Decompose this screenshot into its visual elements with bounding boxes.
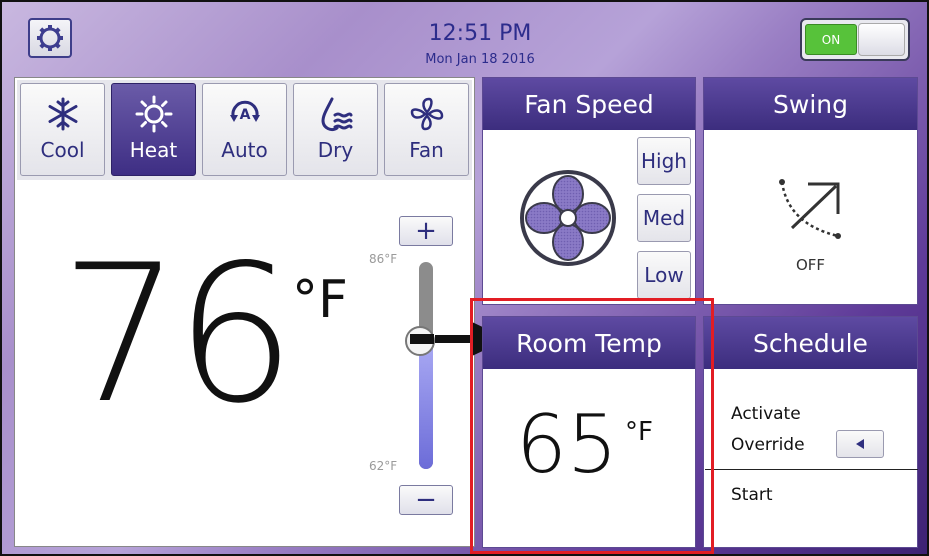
increase-temp-button[interactable]: + xyxy=(399,216,453,246)
temp-slider-fill xyxy=(419,348,433,469)
mode-label-cool: Cool xyxy=(40,138,85,162)
pointer-arrow-shaft xyxy=(435,335,475,343)
fan-speed-med-button[interactable]: Med xyxy=(637,194,691,242)
fan-speed-title: Fan Speed xyxy=(483,78,695,130)
schedule-title: Schedule xyxy=(704,317,917,369)
settings-button[interactable] xyxy=(28,18,72,58)
triangle-left-icon xyxy=(856,439,864,449)
decrease-temp-button[interactable]: − xyxy=(399,485,453,515)
max-temp-label: 86°F xyxy=(369,252,398,266)
dry-icon xyxy=(320,97,352,132)
mode-label-fan: Fan xyxy=(409,138,444,162)
fan-speed-icon xyxy=(520,170,616,266)
mode-label-auto: Auto xyxy=(221,138,268,162)
mode-button-heat[interactable]: Heat xyxy=(111,83,196,176)
clock-time: 12:51 PM xyxy=(428,21,532,46)
schedule-divider xyxy=(705,469,918,470)
setpoint-unit: °F xyxy=(292,270,348,330)
swing-card[interactable]: Swing OFF xyxy=(703,77,918,305)
sun-icon xyxy=(135,95,172,133)
mode-button-cool[interactable]: Cool xyxy=(20,83,105,176)
schedule-card: Schedule xyxy=(703,316,918,548)
svg-text:A: A xyxy=(239,107,250,123)
swing-icon xyxy=(779,179,841,239)
swing-status: OFF xyxy=(795,256,826,274)
fan-speed-high-button[interactable]: High xyxy=(637,137,691,185)
highlight-box xyxy=(470,298,714,554)
mode-button-fan[interactable]: Fan xyxy=(384,83,469,176)
auto-icon: A xyxy=(229,100,260,123)
override-select-button[interactable] xyxy=(836,430,884,458)
power-toggle[interactable]: ON xyxy=(800,18,910,61)
schedule-start-label[interactable]: Start xyxy=(731,485,773,505)
mode-button-dry[interactable]: Dry xyxy=(293,83,378,176)
setpoint-value: 76 xyxy=(60,224,296,445)
mode-button-auto[interactable]: A Auto xyxy=(202,83,287,176)
fan-icon xyxy=(410,97,443,131)
power-toggle-knob[interactable] xyxy=(858,23,905,56)
schedule-override-label: Override xyxy=(731,435,805,455)
mode-label-dry: Dry xyxy=(317,138,354,162)
min-temp-label: 62°F xyxy=(369,459,398,473)
schedule-activate-label: Activate xyxy=(731,404,801,424)
power-toggle-label: ON xyxy=(805,24,857,55)
clock-date: Mon Jan 18 2016 xyxy=(425,52,535,67)
fan-speed-low-button[interactable]: Low xyxy=(637,251,691,299)
mode-label-heat: Heat xyxy=(129,138,178,162)
gear-icon xyxy=(37,25,63,51)
temp-slider-track[interactable] xyxy=(419,262,433,469)
swing-title: Swing xyxy=(704,78,917,130)
snowflake-icon xyxy=(48,97,77,131)
temp-slider-marker xyxy=(410,334,434,344)
